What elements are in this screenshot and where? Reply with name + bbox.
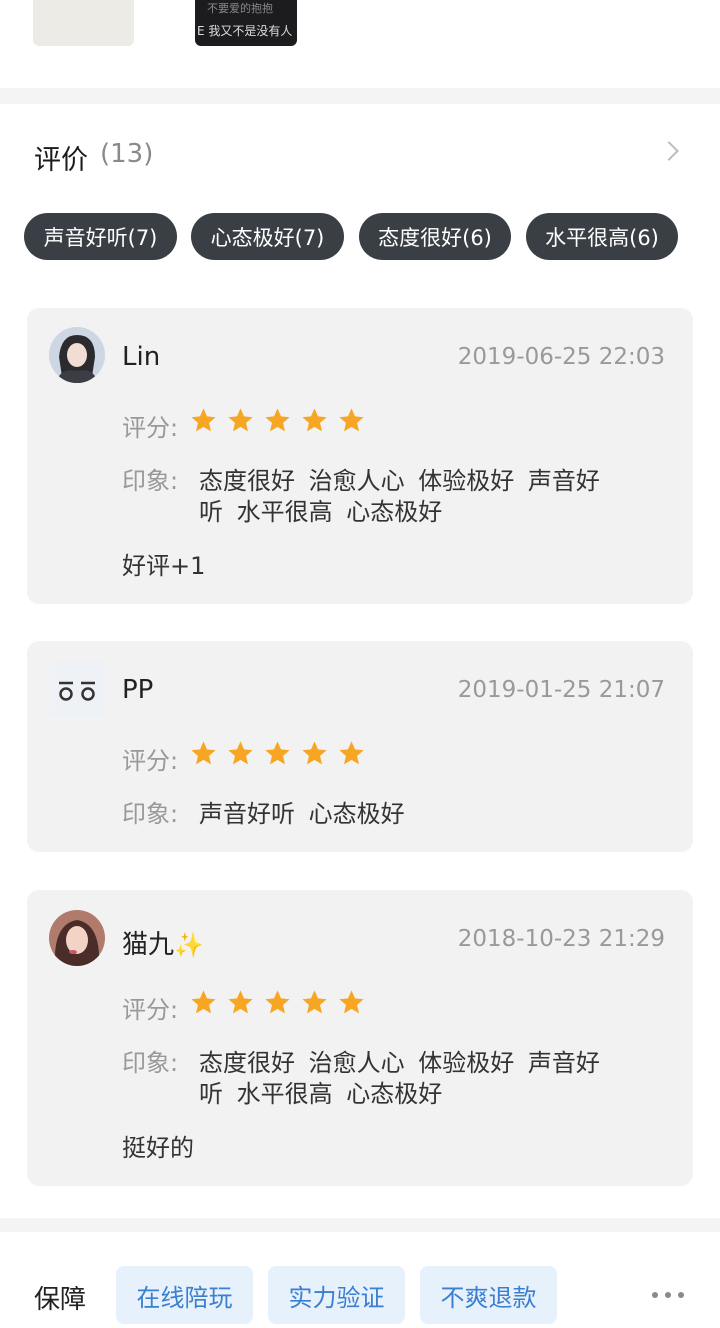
impression-text: 听 水平很高 心态极好 xyxy=(199,1080,443,1108)
star-icon xyxy=(339,408,364,432)
thumb-caption: 不要爱的抱抱 xyxy=(207,2,273,15)
more-dots-icon[interactable] xyxy=(652,1292,684,1298)
review-date: 2018-10-23 21:29 xyxy=(457,926,665,952)
star-icon xyxy=(228,990,253,1014)
impression-label: 印象: xyxy=(122,1049,179,1077)
star-icon xyxy=(265,408,290,432)
star-icon xyxy=(302,408,327,432)
guarantee-label: 保障 xyxy=(34,1285,87,1315)
review-date: 2019-06-25 22:03 xyxy=(457,344,665,370)
star-icon xyxy=(302,990,327,1014)
section-divider xyxy=(0,1218,720,1232)
thumb-caption: E 我又不是没有人 xyxy=(197,24,293,38)
tag-chip[interactable]: 水平很高(6) xyxy=(526,213,678,260)
guarantee-chip[interactable]: 不爽退款 xyxy=(420,1266,557,1324)
tag-chip[interactable]: 心态极好(7) xyxy=(191,213,344,260)
rating-stars xyxy=(189,988,366,1017)
impression-text: 声音好听 心态极好 xyxy=(199,800,405,828)
previous-section-strip: 不要爱的抱抱 E 我又不是没有人 xyxy=(0,0,720,88)
review-comment: 挺好的 xyxy=(122,1134,194,1162)
star-icon xyxy=(339,990,364,1014)
guarantee-chip[interactable]: 实力验证 xyxy=(268,1266,405,1324)
score-label: 评分: xyxy=(122,747,179,775)
page: 不要爱的抱抱 E 我又不是没有人 评价 (13) 声音好听(7) 心态极好(7)… xyxy=(0,0,720,1328)
reviews-header[interactable]: 评价 (13) xyxy=(0,104,720,208)
section-divider xyxy=(0,88,720,104)
impression-label: 印象: xyxy=(122,467,179,495)
photo-thumbnail-dark[interactable]: 不要爱的抱抱 E 我又不是没有人 xyxy=(195,0,297,46)
sparkles-icon: ✨ xyxy=(174,931,204,959)
impression-text: 态度很好 治愈人心 体验极好 声音好 xyxy=(199,1049,600,1077)
tag-chip[interactable]: 声音好听(7) xyxy=(24,213,177,260)
avatar[interactable] xyxy=(49,661,105,717)
review-comment: 好评+1 xyxy=(122,552,206,580)
tag-chip[interactable]: 态度很好(6) xyxy=(359,213,511,260)
star-icon xyxy=(265,741,290,765)
score-label: 评分: xyxy=(122,996,179,1024)
review-card: 猫九✨ 2018-10-23 21:29 评分: 印象: 态度很好 治愈人心 体… xyxy=(27,890,693,1186)
review-username: Lin xyxy=(122,342,161,372)
review-card: PP 2019-01-25 21:07 评分: 印象: 声音好听 心态极好 xyxy=(27,641,693,852)
guarantee-chip[interactable]: 在线陪玩 xyxy=(116,1266,253,1324)
star-icon xyxy=(191,990,216,1014)
impression-text: 听 水平很高 心态极好 xyxy=(199,498,443,526)
review-date: 2019-01-25 21:07 xyxy=(457,677,665,703)
star-icon xyxy=(191,408,216,432)
reviews-count: (13) xyxy=(100,139,154,169)
avatar[interactable] xyxy=(49,910,105,966)
rating-stars xyxy=(189,739,366,768)
chevron-right-icon[interactable] xyxy=(659,141,679,161)
star-icon xyxy=(228,741,253,765)
impression-label: 印象: xyxy=(122,800,179,828)
review-card: Lin 2019-06-25 22:03 评分: 印象: 态度很好 治愈人心 体… xyxy=(27,308,693,604)
review-username: 猫九✨ xyxy=(122,924,204,961)
star-icon xyxy=(339,741,364,765)
reviews-title: 评价 xyxy=(34,145,88,176)
star-icon xyxy=(265,990,290,1014)
guarantee-bar: 保障 在线陪玩 实力验证 不爽退款 xyxy=(0,1232,720,1328)
avatar[interactable] xyxy=(49,327,105,383)
review-username-text: 猫九 xyxy=(122,930,175,960)
review-username: PP xyxy=(122,675,154,705)
photo-thumbnail[interactable] xyxy=(33,0,134,46)
star-icon xyxy=(302,741,327,765)
rating-stars xyxy=(189,406,366,435)
impression-text: 态度很好 治愈人心 体验极好 声音好 xyxy=(199,467,600,495)
score-label: 评分: xyxy=(122,414,179,442)
star-icon xyxy=(228,408,253,432)
star-icon xyxy=(191,741,216,765)
